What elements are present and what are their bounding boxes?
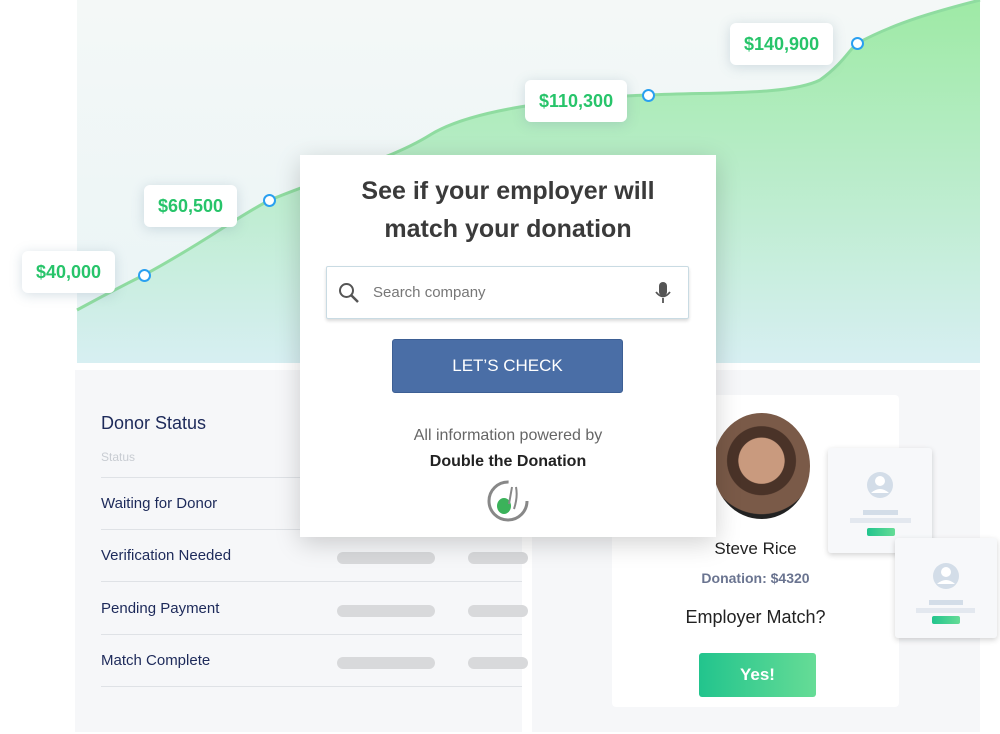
modal-title: See if your employer will match your dona… (361, 177, 655, 243)
growth-label: $110,300 (525, 80, 628, 122)
data-point (642, 89, 655, 102)
data-point (263, 194, 276, 207)
placeholder-bar (337, 657, 435, 669)
microphone-icon[interactable] (654, 281, 672, 305)
status-row[interactable]: Pending Payment (101, 583, 528, 635)
avatar (713, 413, 810, 519)
status-label: Waiting for Donor (101, 495, 218, 512)
employer-match-modal: See if your employer will match your dona… (300, 155, 716, 537)
double-the-donation-logo (487, 480, 529, 522)
employer-match-question: Employer Match? (685, 607, 826, 627)
company-search-box[interactable] (326, 266, 689, 319)
donor-placeholder-card (895, 538, 997, 638)
data-point (138, 269, 151, 282)
yes-button[interactable]: Yes! (699, 653, 816, 697)
placeholder-bar (468, 605, 528, 617)
company-search-input[interactable] (373, 267, 643, 318)
brand-name: Double the Donation (429, 453, 587, 470)
status-label: Pending Payment (101, 600, 220, 617)
placeholder-bar (337, 605, 435, 617)
status-row[interactable]: Verification Needed (101, 530, 528, 582)
user-icon (933, 563, 959, 589)
donor-status-title: Donor Status (101, 413, 207, 433)
growth-label: $40,000 (22, 251, 116, 293)
status-row[interactable]: Match Complete (101, 635, 528, 687)
user-icon (867, 472, 893, 498)
status-column-header: Status (101, 450, 136, 464)
search-icon (339, 283, 359, 303)
placeholder-bar (337, 552, 435, 564)
donation-amount: Donation: $4320 (701, 570, 810, 586)
status-label: Match Complete (101, 652, 211, 669)
placeholder-bar (468, 552, 528, 564)
data-point (851, 37, 864, 50)
status-label: Verification Needed (101, 547, 232, 564)
growth-label: $140,900 (730, 23, 834, 65)
placeholder-bar (468, 657, 528, 669)
lets-check-button[interactable]: LET’S CHECK (392, 339, 623, 393)
powered-by-text: All information powered by (413, 427, 603, 444)
growth-label: $60,500 (144, 185, 238, 227)
